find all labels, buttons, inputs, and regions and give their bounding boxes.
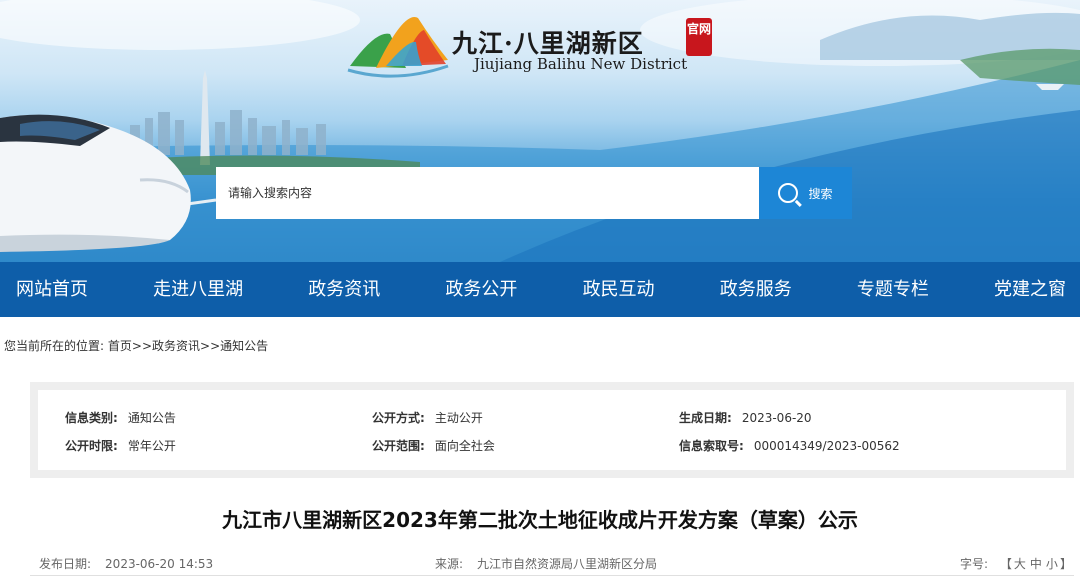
publish-date: 发布日期: 2023-06-20 14:53 — [39, 555, 213, 572]
logo-mountain-icon — [347, 17, 449, 78]
nav-item-party-building[interactable]: 党建之窗 — [994, 262, 1066, 317]
nav-item-about-balihu[interactable]: 走进八里湖 — [153, 262, 243, 317]
breadcrumb-separator: >> — [131, 339, 152, 353]
search-button-label: 搜索 — [808, 186, 833, 201]
header-banner: 九江·八里湖新区 官网 Jiujiang Balihu New District… — [0, 0, 1080, 262]
nav-item-interaction[interactable]: 政民互动 — [583, 262, 655, 317]
publish-date-label: 发布日期: — [39, 557, 92, 571]
source-value: 九江市自然资源局八里湖新区分局 — [477, 557, 658, 571]
article-source: 来源: 九江市自然资源局八里湖新区分局 — [435, 555, 657, 572]
font-size-bracket-close: 】 — [1059, 557, 1072, 571]
info-date: 生成日期: 2023-06-20 — [679, 409, 812, 426]
info-scope-value: 面向全社会 — [434, 439, 495, 453]
search-icon — [778, 183, 799, 203]
font-size-label: 字号: — [960, 557, 989, 571]
info-date-value: 2023-06-20 — [741, 411, 812, 425]
font-size-large-link[interactable]: 大 — [1014, 557, 1026, 571]
site-name-english: Jiujiang Balihu New District — [474, 55, 688, 73]
info-scope-label: 公开范围: — [372, 439, 425, 453]
publish-date-value: 2023-06-20 14:53 — [105, 557, 214, 571]
search-button[interactable]: 搜索 — [759, 167, 852, 219]
info-index: 信息索取号: 000014349/2023-00562 — [679, 437, 900, 454]
breadcrumb: 您当前所在的位置: 首页>>政务资讯>>通知公告 — [4, 337, 268, 354]
breadcrumb-gov-news-link[interactable]: 政务资讯 — [152, 339, 200, 353]
search-bar: 搜索 — [216, 167, 852, 219]
article-title: 九江市八里湖新区2023年第二批次土地征收成片开发方案（草案）公示 — [222, 508, 858, 532]
info-scope: 公开范围: 面向全社会 — [372, 437, 495, 454]
info-category-label: 信息类别: — [65, 411, 118, 425]
font-size-medium-link[interactable]: 中 — [1030, 557, 1042, 571]
nav-item-gov-disclosure[interactable]: 政务公开 — [445, 262, 517, 317]
info-category: 信息类别: 通知公告 — [65, 409, 176, 426]
breadcrumb-prefix: 您当前所在的位置: — [4, 339, 105, 353]
meta-divider — [30, 575, 1074, 576]
search-input[interactable] — [216, 167, 759, 219]
source-label: 来源: — [435, 557, 464, 571]
info-index-label: 信息索取号: — [679, 439, 744, 453]
font-size-bracket-open: 【 — [999, 557, 1012, 571]
site-logo[interactable]: 九江·八里湖新区 官网 Jiujiang Balihu New District — [346, 10, 726, 82]
nav-item-gov-news[interactable]: 政务资讯 — [308, 262, 380, 317]
main-nav: 网站首页 走进八里湖 政务资讯 政务公开 政民互动 政务服务 专题专栏 党建之窗 — [0, 262, 1080, 317]
info-method: 公开方式: 主动公开 — [372, 409, 483, 426]
disclosure-info-panel: 信息类别: 通知公告 公开时限: 常年公开 公开方式: 主动公开 公开范围: 面向全社会… — [30, 382, 1074, 478]
info-index-value: 000014349/2023-00562 — [753, 439, 900, 453]
breadcrumb-separator: >> — [200, 339, 221, 353]
breadcrumb-home-link[interactable]: 首页 — [108, 339, 132, 353]
breadcrumb-notices-link[interactable]: 通知公告 — [220, 339, 268, 353]
font-size-small-link[interactable]: 小 — [1046, 557, 1058, 571]
nav-item-home[interactable]: 网站首页 — [16, 262, 88, 317]
info-date-label: 生成日期: — [679, 411, 732, 425]
info-duration-value: 常年公开 — [127, 439, 176, 453]
info-duration-label: 公开时限: — [65, 439, 118, 453]
info-duration: 公开时限: 常年公开 — [65, 437, 176, 454]
nav-item-gov-services[interactable]: 政务服务 — [720, 262, 792, 317]
official-seal-badge: 官网 — [686, 18, 712, 56]
font-size-control: 字号: 【大中小】 — [960, 555, 1072, 572]
nav-item-special-topics[interactable]: 专题专栏 — [857, 262, 929, 317]
info-method-label: 公开方式: — [372, 411, 425, 425]
info-category-value: 通知公告 — [127, 411, 176, 425]
info-method-value: 主动公开 — [434, 411, 483, 425]
